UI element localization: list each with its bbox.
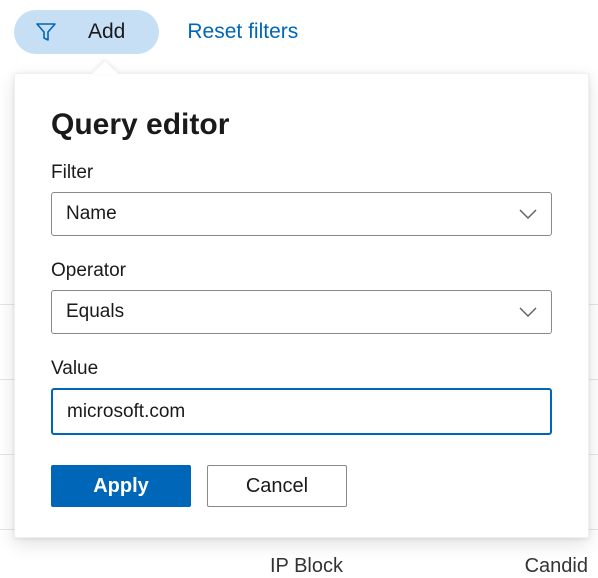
filter-field-group: Filter Name [51, 162, 552, 236]
filter-icon [36, 22, 56, 42]
filter-label: Filter [51, 162, 552, 184]
value-field-group: Value [51, 358, 552, 435]
add-filter-label: Add [88, 20, 125, 44]
filter-select-value: Name [66, 203, 117, 225]
operator-label: Operator [51, 260, 552, 282]
reset-filters-link[interactable]: Reset filters [187, 20, 298, 44]
cancel-button[interactable]: Cancel [207, 465, 347, 507]
apply-button[interactable]: Apply [51, 465, 191, 507]
chevron-down-icon [519, 306, 537, 318]
filter-select[interactable]: Name [51, 192, 552, 236]
button-row: Apply Cancel [51, 465, 552, 507]
panel-title: Query editor [51, 108, 552, 142]
query-editor-panel: Query editor Filter Name Operator Equals… [14, 73, 589, 538]
column-header: IP Block [270, 555, 343, 578]
column-header: Candid [525, 555, 588, 578]
operator-field-group: Operator Equals [51, 260, 552, 334]
callout-pointer [92, 61, 118, 74]
toolbar: Add Reset filters [0, 0, 598, 64]
operator-select-value: Equals [66, 301, 124, 323]
value-label: Value [51, 358, 552, 380]
add-filter-button[interactable]: Add [14, 10, 159, 54]
value-input[interactable] [51, 388, 552, 435]
background-footer: IP Block Candid [0, 555, 598, 578]
operator-select[interactable]: Equals [51, 290, 552, 334]
chevron-down-icon [519, 208, 537, 220]
